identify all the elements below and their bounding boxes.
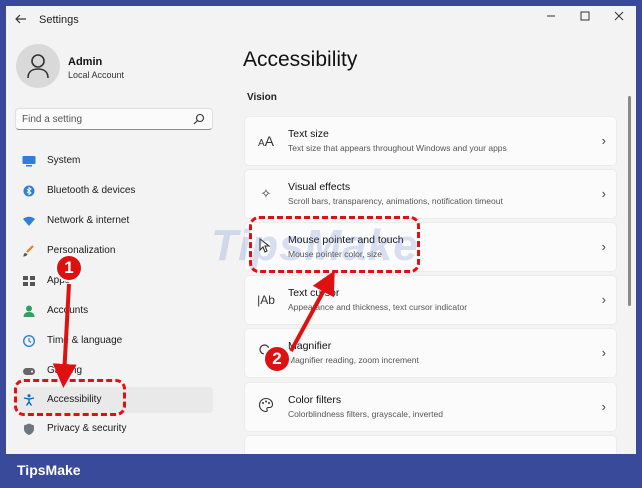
step-badge-1: 1 xyxy=(55,254,83,282)
footer-brand: TipsMake xyxy=(17,462,81,478)
arrow-step2 xyxy=(289,270,335,352)
annotation-arrows xyxy=(52,270,335,388)
step-badge-2: 2 xyxy=(263,345,291,373)
arrow-step1 xyxy=(52,283,77,388)
screenshot-frame: Settings Admin Local Account System xyxy=(0,0,642,488)
footer-bar: TipsMake xyxy=(0,454,642,488)
settings-window: Settings Admin Local Account System xyxy=(6,6,636,454)
